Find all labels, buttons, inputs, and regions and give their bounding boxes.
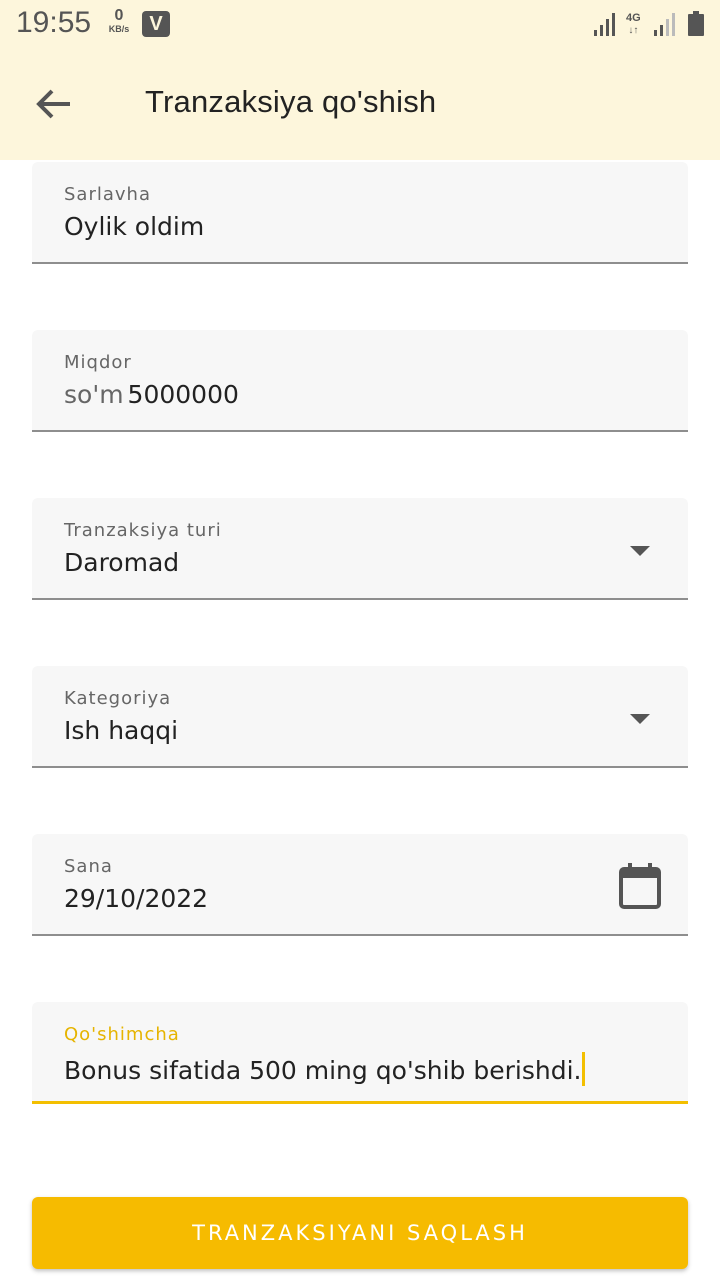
- note-input[interactable]: Bonus sifatida 500 ming qo'shib berishdi…: [64, 1052, 586, 1086]
- amount-value: 5000000: [127, 380, 239, 409]
- calendar-icon[interactable]: [618, 862, 662, 910]
- battery-icon: [688, 11, 704, 36]
- back-button[interactable]: [26, 76, 82, 132]
- signal-icon: [594, 12, 618, 36]
- page-title: Tranzaksiya qo'shish: [145, 84, 437, 119]
- net-speed-unit: KB/s: [108, 24, 130, 34]
- date-value[interactable]: 29/10/2022: [64, 884, 208, 913]
- status-time: 19:55: [16, 6, 92, 39]
- arrow-left-icon: [36, 89, 70, 119]
- save-transaction-button[interactable]: TRANZAKSIYANI SAQLASH: [32, 1197, 688, 1269]
- app-bar: Tranzaksiya qo'shish: [0, 48, 720, 160]
- date-label: Sana: [64, 856, 113, 877]
- transaction-type-select[interactable]: Tranzaksiya turi Daromad: [32, 498, 688, 600]
- note-value: Bonus sifatida 500 ming qo'shib berishdi…: [64, 1056, 582, 1085]
- title-input[interactable]: Oylik oldim: [64, 212, 204, 241]
- dropdown-arrow-icon[interactable]: [630, 714, 650, 724]
- transaction-type-label: Tranzaksiya turi: [64, 520, 222, 541]
- status-icons: 4G ↓↑: [594, 11, 706, 38]
- amount-field-label: Miqdor: [64, 352, 132, 373]
- title-field[interactable]: Sarlavha Oylik oldim: [32, 162, 688, 264]
- signal-icon-secondary: [654, 12, 678, 36]
- note-field[interactable]: Qo'shimcha Bonus sifatida 500 ming qo'sh…: [32, 1002, 688, 1104]
- dropdown-arrow-icon[interactable]: [630, 546, 650, 556]
- status-bar: 19:55 0 KB/s V 4G ↓↑: [0, 0, 720, 48]
- note-label: Qo'shimcha: [64, 1024, 180, 1045]
- category-select[interactable]: Kategoriya Ish haqqi: [32, 666, 688, 768]
- category-value: Ish haqqi: [64, 716, 179, 745]
- net-speed-indicator: 0 KB/s: [104, 7, 134, 35]
- app-notification-icon: V: [142, 11, 170, 37]
- transaction-type-value: Daromad: [64, 548, 180, 577]
- date-field[interactable]: Sana 29/10/2022: [32, 834, 688, 936]
- amount-input[interactable]: so'm 5000000: [64, 380, 239, 409]
- title-field-label: Sarlavha: [64, 184, 151, 205]
- currency-prefix: so'm: [64, 380, 124, 409]
- amount-field[interactable]: Miqdor so'm 5000000: [32, 330, 688, 432]
- category-label: Kategoriya: [64, 688, 172, 709]
- text-cursor: [582, 1052, 586, 1086]
- net-speed-value: 0: [114, 7, 124, 24]
- network-4g-icon: 4G ↓↑: [626, 12, 641, 36]
